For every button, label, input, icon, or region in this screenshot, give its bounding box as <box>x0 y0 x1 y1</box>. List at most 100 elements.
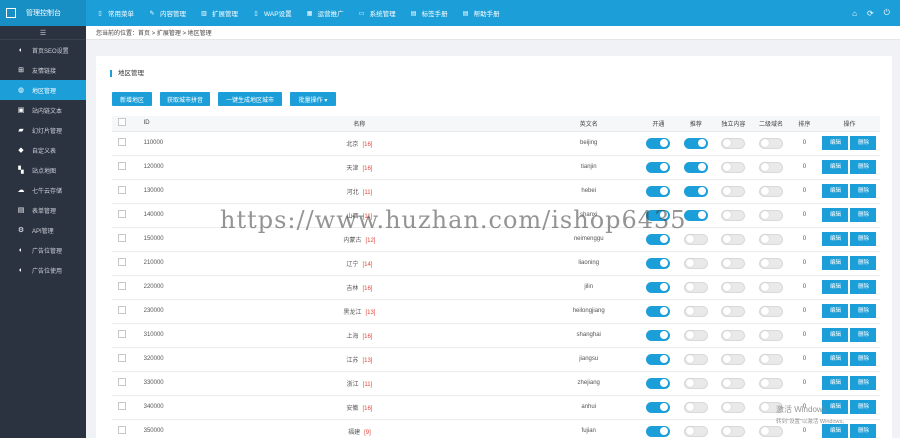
open-toggle[interactable] <box>646 425 671 437</box>
second-domain-toggle[interactable] <box>758 137 783 149</box>
second-domain-toggle[interactable] <box>758 185 783 197</box>
sidebar-item[interactable]: ☁ 七牛云存储 <box>0 180 86 200</box>
open-toggle[interactable] <box>646 257 671 269</box>
region-name[interactable]: 江苏 <box>346 358 358 364</box>
home-icon[interactable]: ⌂ <box>852 9 857 18</box>
region-name[interactable]: 浙江 <box>347 382 359 388</box>
top-nav-item[interactable]: ▭ 系统管理 <box>358 8 396 19</box>
recommend-toggle[interactable] <box>683 137 708 149</box>
region-name[interactable]: 黑龙江 <box>343 310 361 316</box>
independent-content-toggle[interactable] <box>721 353 746 365</box>
open-toggle[interactable] <box>646 305 671 317</box>
row-checkbox[interactable] <box>112 347 132 372</box>
open-toggle[interactable] <box>646 185 671 197</box>
sidebar-item[interactable]: ◆ 自定义表 <box>0 140 86 160</box>
second-domain-toggle[interactable] <box>758 377 783 389</box>
top-nav-item[interactable]: ▤ 帮助手册 <box>462 8 500 19</box>
second-domain-toggle[interactable] <box>758 353 783 365</box>
generate-cities-button[interactable]: 一键生成地区城市 <box>218 92 282 106</box>
recommend-toggle[interactable] <box>683 161 708 173</box>
open-toggle[interactable] <box>646 353 671 365</box>
delete-button[interactable]: 删除 <box>850 328 877 342</box>
second-domain-toggle[interactable] <box>758 425 783 437</box>
row-checkbox[interactable] <box>112 251 132 276</box>
row-checkbox[interactable] <box>112 371 132 396</box>
sidebar-item[interactable]: ◐ 首页SEO设置 <box>0 40 86 60</box>
region-name[interactable]: 上海 <box>346 334 358 340</box>
row-checkbox[interactable] <box>112 419 132 438</box>
delete-button[interactable]: 删除 <box>850 424 877 438</box>
row-checkbox[interactable] <box>112 299 132 324</box>
sidebar-item[interactable]: ▤ 表单管理 <box>0 200 86 220</box>
open-toggle[interactable] <box>646 377 671 389</box>
edit-button[interactable]: 编辑 <box>822 352 849 366</box>
second-domain-toggle[interactable] <box>758 161 783 173</box>
batch-actions-button[interactable]: 批量操作 ▾ <box>290 92 336 106</box>
edit-button[interactable]: 编辑 <box>822 256 849 270</box>
top-nav-item[interactable]: ▥ 扩展管理 <box>200 8 238 19</box>
edit-button[interactable]: 编辑 <box>822 136 849 150</box>
sidebar-item[interactable]: ▣ 站内链文本 <box>0 100 86 120</box>
row-checkbox[interactable] <box>112 155 132 180</box>
edit-button[interactable]: 编辑 <box>822 160 849 174</box>
independent-content-toggle[interactable] <box>721 329 746 341</box>
recommend-toggle[interactable] <box>683 305 708 317</box>
refresh-icon[interactable]: ⟳ <box>867 9 874 18</box>
delete-button[interactable]: 删除 <box>850 400 877 414</box>
top-nav-item[interactable]: ▤ 标签手册 <box>410 8 448 19</box>
sidebar-item[interactable]: ▰ 幻灯片管理 <box>0 120 86 140</box>
independent-content-toggle[interactable] <box>721 185 746 197</box>
edit-button[interactable]: 编辑 <box>822 328 849 342</box>
recommend-toggle[interactable] <box>683 281 708 293</box>
row-checkbox[interactable] <box>112 131 132 156</box>
region-name[interactable]: 内蒙古 <box>343 238 361 244</box>
open-toggle[interactable] <box>646 329 671 341</box>
sidebar-item[interactable]: ◍ 地区管理 <box>0 80 86 100</box>
edit-button[interactable]: 编辑 <box>822 424 849 438</box>
independent-content-toggle[interactable] <box>721 209 746 221</box>
second-domain-toggle[interactable] <box>758 233 783 245</box>
region-name[interactable]: 福建 <box>348 430 360 436</box>
edit-button[interactable]: 编辑 <box>822 376 849 390</box>
recommend-toggle[interactable] <box>683 425 708 437</box>
recommend-toggle[interactable] <box>683 329 708 341</box>
row-checkbox[interactable] <box>112 203 132 228</box>
open-toggle[interactable] <box>646 401 671 413</box>
second-domain-toggle[interactable] <box>758 209 783 221</box>
independent-content-toggle[interactable] <box>721 377 746 389</box>
edit-button[interactable]: 编辑 <box>822 208 849 222</box>
recommend-toggle[interactable] <box>683 233 708 245</box>
independent-content-toggle[interactable] <box>721 425 746 437</box>
edit-button[interactable]: 编辑 <box>822 280 849 294</box>
region-name[interactable]: 安徽 <box>346 406 358 412</box>
row-checkbox[interactable] <box>112 179 132 204</box>
recommend-toggle[interactable] <box>683 353 708 365</box>
delete-button[interactable]: 删除 <box>850 208 877 222</box>
open-toggle[interactable] <box>646 161 671 173</box>
get-pinyin-button[interactable]: 获取城市拼音 <box>160 92 210 106</box>
independent-content-toggle[interactable] <box>721 257 746 269</box>
second-domain-toggle[interactable] <box>758 281 783 293</box>
open-toggle[interactable] <box>646 137 671 149</box>
top-nav-item[interactable]: ▯ 常用菜单 <box>96 8 134 19</box>
top-nav-item[interactable]: ▯ WAP设置 <box>252 8 291 19</box>
region-name[interactable]: 辽宁 <box>346 262 358 268</box>
row-checkbox[interactable] <box>112 323 132 348</box>
recommend-toggle[interactable] <box>683 257 708 269</box>
region-name[interactable]: 天津 <box>346 166 358 172</box>
independent-content-toggle[interactable] <box>721 233 746 245</box>
delete-button[interactable]: 删除 <box>850 232 877 246</box>
edit-button[interactable]: 编辑 <box>822 184 849 198</box>
delete-button[interactable]: 删除 <box>850 280 877 294</box>
top-nav-item[interactable]: ▦ 运营推广 <box>306 8 344 19</box>
power-icon[interactable]: ⏻ <box>884 8 890 18</box>
second-domain-toggle[interactable] <box>758 329 783 341</box>
independent-content-toggle[interactable] <box>721 137 746 149</box>
independent-content-toggle[interactable] <box>721 281 746 293</box>
delete-button[interactable]: 删除 <box>850 304 877 318</box>
region-name[interactable]: 河北 <box>347 190 359 196</box>
delete-button[interactable]: 删除 <box>850 376 877 390</box>
brand[interactable]: 管理控制台 <box>0 0 86 26</box>
menu-toggle-icon[interactable]: ☰ <box>0 26 86 40</box>
recommend-toggle[interactable] <box>683 377 708 389</box>
